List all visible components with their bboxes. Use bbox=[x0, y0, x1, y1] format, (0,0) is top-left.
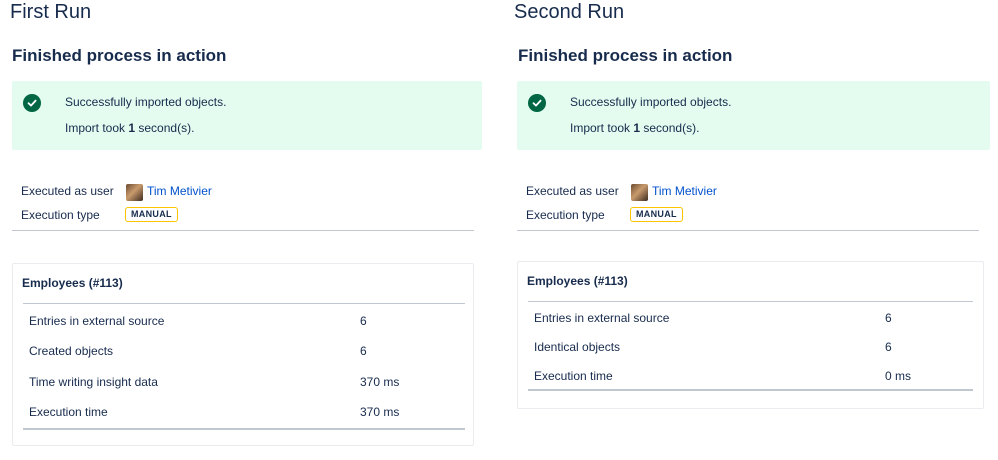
stat-row: Time writing insight data 370 ms bbox=[29, 375, 459, 389]
stat-value: 370 ms bbox=[360, 405, 400, 419]
execution-type-row: Execution type bbox=[526, 208, 632, 222]
stat-row: Created objects 6 bbox=[29, 344, 459, 358]
execution-type-label: Execution type bbox=[21, 208, 100, 222]
section-title: Finished process in action bbox=[518, 46, 733, 65]
executed-as-label: Executed as user bbox=[526, 184, 619, 198]
card-title: Employees (#113) bbox=[527, 274, 628, 288]
import-duration-prefix: Import took bbox=[570, 121, 634, 135]
stat-label: Created objects bbox=[29, 344, 114, 358]
execution-type-label: Execution type bbox=[526, 208, 605, 222]
check-circle-icon bbox=[528, 94, 546, 112]
stat-label: Entries in external source bbox=[534, 311, 670, 325]
import-duration: Import took 1 second(s). bbox=[65, 121, 194, 135]
executed-as-row: Executed as user bbox=[21, 184, 127, 198]
import-duration-prefix: Import took bbox=[65, 121, 129, 135]
stat-label: Identical objects bbox=[534, 340, 621, 354]
stat-label: Time writing insight data bbox=[29, 375, 158, 389]
stat-value: 370 ms bbox=[360, 375, 400, 389]
stat-value: 6 bbox=[360, 314, 367, 328]
execution-type-badge: MANUAL bbox=[125, 207, 178, 222]
user-link[interactable]: Tim Metivier bbox=[652, 184, 717, 198]
stat-row: Execution time 370 ms bbox=[29, 405, 459, 419]
success-message-panel: Successfully imported objects. Import to… bbox=[12, 81, 482, 150]
stat-label: Entries in external source bbox=[29, 314, 165, 328]
divider bbox=[23, 303, 465, 304]
stat-row: Identical objects 6 bbox=[534, 340, 964, 354]
divider bbox=[23, 428, 465, 430]
import-duration-suffix: second(s). bbox=[640, 121, 700, 135]
import-duration: Import took 1 second(s). bbox=[570, 121, 699, 135]
run-title: First Run bbox=[10, 1, 92, 23]
user-link[interactable]: Tim Metivier bbox=[147, 184, 212, 198]
stat-row: Entries in external source 6 bbox=[534, 311, 964, 325]
divider bbox=[517, 230, 979, 231]
success-message-panel: Successfully imported objects. Import to… bbox=[517, 81, 990, 150]
user-avatar bbox=[631, 184, 648, 201]
execution-type-row: Execution type bbox=[21, 208, 127, 222]
stat-row: Entries in external source 6 bbox=[29, 314, 459, 328]
divider bbox=[12, 230, 474, 231]
success-message: Successfully imported objects. bbox=[65, 95, 227, 109]
stat-label: Execution time bbox=[534, 369, 613, 383]
run-title: Second Run bbox=[514, 1, 625, 23]
divider bbox=[528, 301, 973, 302]
stat-value: 6 bbox=[885, 340, 892, 354]
stat-row: Execution time 0 ms bbox=[534, 369, 964, 383]
import-stats-card: Employees (#113) Entries in external sou… bbox=[517, 261, 984, 409]
stat-value: 6 bbox=[885, 311, 892, 325]
check-circle-icon bbox=[23, 94, 41, 112]
user-avatar bbox=[126, 184, 143, 201]
stat-value: 0 ms bbox=[885, 369, 912, 383]
success-message: Successfully imported objects. bbox=[570, 95, 732, 109]
execution-type-badge: MANUAL bbox=[630, 207, 683, 222]
section-title: Finished process in action bbox=[12, 46, 227, 65]
import-duration-suffix: second(s). bbox=[135, 121, 195, 135]
stat-label: Execution time bbox=[29, 405, 108, 419]
executed-as-row: Executed as user bbox=[526, 184, 632, 198]
card-title: Employees (#113) bbox=[22, 276, 123, 290]
stat-value: 6 bbox=[360, 344, 367, 358]
executed-as-label: Executed as user bbox=[21, 184, 114, 198]
import-stats-card: Employees (#113) Entries in external sou… bbox=[12, 263, 474, 446]
divider bbox=[528, 389, 973, 391]
